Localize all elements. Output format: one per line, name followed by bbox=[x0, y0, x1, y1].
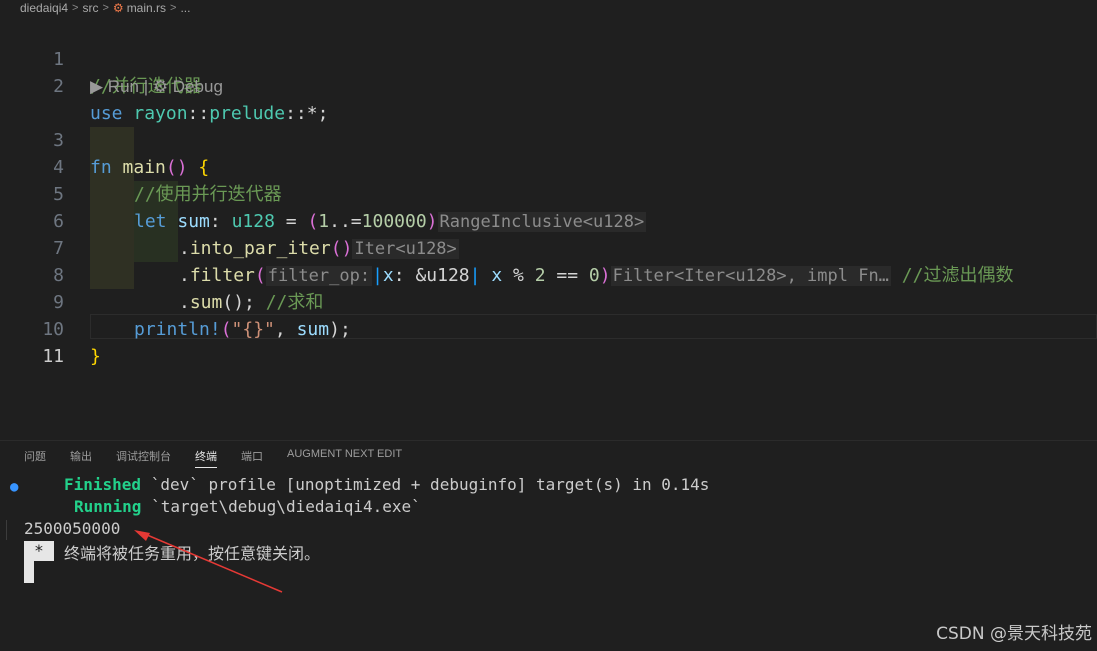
red-arrow-annotation bbox=[134, 530, 283, 593]
watermark: CSDN @景天科技苑 bbox=[936, 624, 1092, 644]
